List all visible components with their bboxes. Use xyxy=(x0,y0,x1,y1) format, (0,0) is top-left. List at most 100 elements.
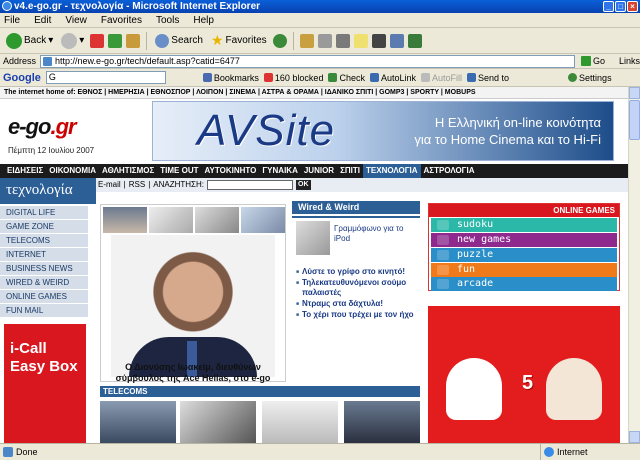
main-story-photo[interactable] xyxy=(100,204,286,382)
menu-file[interactable]: File xyxy=(4,13,20,27)
edit-icon[interactable] xyxy=(335,33,350,48)
go-label: Go xyxy=(592,56,605,66)
scroll-thumb[interactable] xyxy=(629,100,640,140)
telecoms-header[interactable]: TELECOMS xyxy=(100,386,420,397)
side-item-telecoms[interactable]: TELECOMS xyxy=(0,234,88,248)
main-story-caption[interactable]: Ο Διονύσης Ιωακείμ, διευθύνων σύμβουλος … xyxy=(100,362,286,384)
telecom-thumb-4[interactable] xyxy=(344,401,420,443)
research-icon[interactable] xyxy=(371,33,386,48)
banner-text: Η Ελληνική on-line κοινότητα για το Home… xyxy=(414,114,601,148)
google-search-input[interactable]: G xyxy=(45,71,166,84)
send-to-button[interactable]: Send to xyxy=(467,73,509,83)
rss-link[interactable]: RSS xyxy=(129,178,145,192)
game-arcade[interactable]: arcade xyxy=(431,277,617,291)
nav-junior[interactable]: JUNIOR xyxy=(301,164,337,178)
side-item-fun-mail[interactable]: FUN MAIL xyxy=(0,304,88,318)
check-button[interactable]: Check xyxy=(328,73,365,83)
refresh-icon[interactable] xyxy=(108,33,123,48)
stop-icon[interactable] xyxy=(90,33,105,48)
search-ok-button[interactable]: OK xyxy=(296,180,311,190)
home-icon[interactable] xyxy=(126,33,141,48)
close-button[interactable]: × xyxy=(627,1,638,12)
side-item-digital-life[interactable]: DIGITAL LIFE xyxy=(0,206,88,220)
game-new-games[interactable]: new games xyxy=(431,233,617,247)
autofill-button[interactable]: AutoFill xyxy=(421,73,462,83)
telecom-thumb-1[interactable] xyxy=(100,401,176,443)
site-logo[interactable]: e-go.gr xyxy=(8,114,77,140)
nav-technology[interactable]: ΤΕΧΝΟΛΟΓΙΑ xyxy=(363,164,421,178)
messenger-icon[interactable] xyxy=(389,33,404,48)
fun-mail-ad[interactable]: 5 xyxy=(428,306,620,443)
wired-item[interactable]: Τηλεκατευθυνόμενοι σούμο παλαιστές xyxy=(296,278,420,298)
menu-favorites[interactable]: Favorites xyxy=(101,13,142,27)
mail-icon[interactable] xyxy=(299,33,314,48)
email-link[interactable]: E-mail xyxy=(98,178,121,192)
side-item-business-news[interactable]: BUSINESS NEWS xyxy=(0,262,88,276)
nav-home[interactable]: ΣΠΙΤΙ xyxy=(337,164,363,178)
icall-ad[interactable]: i-Call Easy Box xyxy=(4,324,86,443)
maximize-button[interactable]: □ xyxy=(615,1,626,12)
address-input[interactable]: http://new.e-go.gr/tech/default.asp?cati… xyxy=(40,54,575,68)
favorites-button[interactable]: ★ Favorites xyxy=(209,30,269,52)
telecom-thumb-2[interactable] xyxy=(180,401,256,443)
avsite-banner-ad[interactable]: AVSite Η Ελληνική on-line κοινότητα για … xyxy=(152,101,614,161)
scroll-up-button[interactable] xyxy=(629,87,640,99)
discuss-icon[interactable] xyxy=(353,33,368,48)
google-logo[interactable]: Google xyxy=(3,72,41,84)
forward-button[interactable]: ▾ xyxy=(59,30,86,52)
menu-help[interactable]: Help xyxy=(193,13,214,27)
story-thumb-1[interactable] xyxy=(103,207,147,233)
invader-icon xyxy=(437,265,449,275)
cartoon-figure-2 xyxy=(546,358,602,420)
nav-sports[interactable]: ΑΘΛΗΤΙΣΜΟΣ xyxy=(99,164,157,178)
menu-view[interactable]: View xyxy=(65,13,87,27)
search-button[interactable]: Search xyxy=(153,30,205,52)
window-title-bar: v4.e-go.gr - τεχνολογία - Microsoft Inte… xyxy=(0,0,640,13)
menu-edit[interactable]: Edit xyxy=(34,13,51,27)
scroll-down-button[interactable] xyxy=(629,431,640,443)
vertical-scrollbar[interactable] xyxy=(628,87,640,443)
game-sudoku[interactable]: sudoku xyxy=(431,218,617,232)
bookmarks-button[interactable]: Bookmarks xyxy=(202,73,259,83)
online-games-title[interactable]: ONLINE GAMES xyxy=(429,204,619,217)
story-thumb-3[interactable] xyxy=(195,207,239,233)
status-text: Done xyxy=(16,447,38,457)
menu-tools[interactable]: Tools xyxy=(156,13,179,27)
nav-economy[interactable]: ΟΙΚΟΝΟΜΙΑ xyxy=(46,164,99,178)
wired-item[interactable]: Το χέρι που τρέχει με τον ήχο xyxy=(296,310,420,320)
wired-item[interactable]: Λύστε το γρίφο στο κινητό! xyxy=(296,267,420,277)
wired-lead-title[interactable]: Γραμμόφωνο για το iPod xyxy=(334,224,420,244)
telecom-thumb-3[interactable] xyxy=(262,401,338,443)
game-puzzle[interactable]: puzzle xyxy=(431,248,617,262)
story-thumb-4[interactable] xyxy=(241,207,285,233)
bookmark-icon xyxy=(202,73,212,82)
links-button[interactable]: Links xyxy=(619,56,640,66)
side-item-wired-weird[interactable]: WIRED & WEIRD xyxy=(0,276,88,290)
extension-icon[interactable] xyxy=(407,33,422,48)
side-item-game-zone[interactable]: GAME ZONE xyxy=(0,220,88,234)
online-games-box: ONLINE GAMES sudoku new games puzzle fun… xyxy=(428,203,620,291)
side-item-internet[interactable]: INTERNET xyxy=(0,248,88,262)
back-button[interactable]: Back ▾ xyxy=(4,30,55,52)
nav-astrology[interactable]: ΑΣΤΡΟΛΟΓΙΑ xyxy=(421,164,478,178)
game-fun[interactable]: fun xyxy=(431,263,617,277)
print-icon[interactable] xyxy=(317,33,332,48)
nav-news[interactable]: ΕΙΔΗΣΕΙΣ xyxy=(4,164,46,178)
go-button[interactable]: Go xyxy=(580,56,605,66)
story-thumb-2[interactable] xyxy=(149,207,193,233)
nav-woman[interactable]: ΓΥΝΑΙΚΑ xyxy=(259,164,300,178)
wired-item[interactable]: Ντραμς στα δάχτυλα! xyxy=(296,299,420,309)
autolink-button[interactable]: AutoLink xyxy=(369,73,416,83)
nav-car[interactable]: ΑΥΤΟΚΙΝΗΤΟ xyxy=(202,164,260,178)
settings-button[interactable]: Settings xyxy=(568,73,612,83)
minimize-button[interactable]: _ xyxy=(603,1,614,12)
wired-weird-header[interactable]: Wired & Weird xyxy=(292,201,420,214)
gramophone-image[interactable] xyxy=(296,221,330,255)
media-icon[interactable] xyxy=(272,33,287,48)
nav-timeout[interactable]: TIME OUT xyxy=(157,164,201,178)
popup-blocked-indicator[interactable]: 160 blocked xyxy=(263,73,323,83)
block-icon xyxy=(263,73,273,82)
site-search-input[interactable] xyxy=(207,180,294,190)
network-strip[interactable]: The internet home of: ΕΘΝΟΣ | ΗΜΕΡΗΣΙΑ |… xyxy=(0,87,628,99)
side-item-online-games[interactable]: ONLINE GAMES xyxy=(0,290,88,304)
